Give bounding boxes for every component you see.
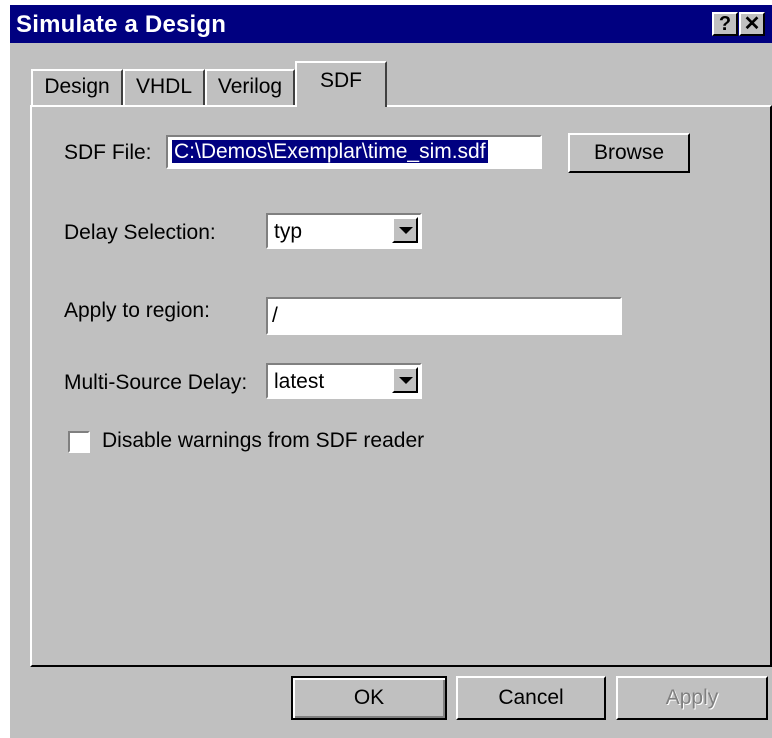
region-input[interactable]: / [266, 297, 622, 335]
sdf-file-value: C:\Demos\Exemplar\time_sim.sdf [172, 140, 488, 163]
chevron-down-icon[interactable] [392, 217, 418, 243]
region-label: Apply to region: [64, 299, 210, 322]
close-icon[interactable]: ✕ [739, 12, 765, 36]
tab-sdf[interactable]: SDF [295, 61, 387, 107]
delay-selection-label: Delay Selection: [64, 221, 216, 244]
tab-strip: Design VHDL Verilog SDF [10, 61, 772, 107]
delay-selection-value: typ [274, 220, 303, 243]
sdf-tab-panel: SDF File: C:\Demos\Exemplar\time_sim.sdf… [30, 105, 772, 667]
help-icon[interactable]: ? [712, 12, 738, 36]
region-value: / [272, 304, 278, 327]
sdf-file-input[interactable]: C:\Demos\Exemplar\time_sim.sdf [166, 135, 542, 169]
disable-warnings-checkbox[interactable] [68, 431, 90, 453]
multi-source-delay-dropdown[interactable]: latest [266, 363, 422, 399]
sdf-file-label: SDF File: [64, 141, 152, 164]
chevron-down-icon[interactable] [392, 367, 418, 393]
tab-verilog[interactable]: Verilog [205, 69, 295, 105]
title-bar[interactable]: Simulate a Design ? ✕ [10, 5, 772, 43]
apply-button[interactable]: Apply [616, 676, 768, 720]
tab-design[interactable]: Design [31, 69, 123, 105]
ok-button[interactable]: OK [291, 676, 447, 720]
tab-vhdl[interactable]: VHDL [123, 69, 205, 105]
cancel-button[interactable]: Cancel [456, 676, 606, 720]
delay-selection-dropdown[interactable]: typ [266, 213, 422, 249]
disable-warnings-label[interactable]: Disable warnings from SDF reader [102, 429, 424, 453]
browse-button[interactable]: Browse [568, 133, 690, 173]
window-title: Simulate a Design [16, 11, 227, 38]
multi-source-delay-label: Multi-Source Delay: [64, 371, 248, 394]
simulate-dialog: Simulate a Design ? ✕ Design VHDL Verilo… [10, 5, 772, 738]
multi-source-delay-value: latest [274, 370, 325, 393]
